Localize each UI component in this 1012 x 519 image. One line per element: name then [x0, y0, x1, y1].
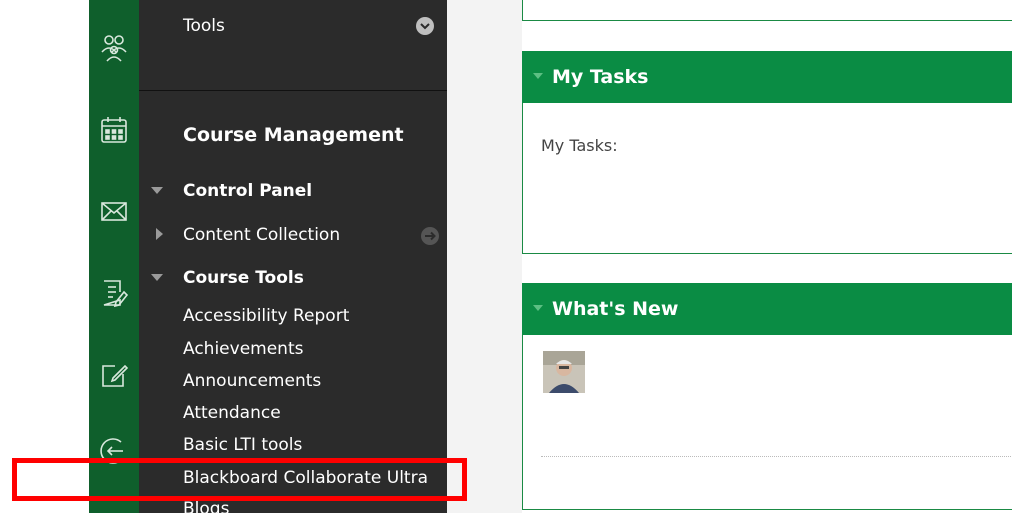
menu-item-achievements[interactable]: Achievements	[183, 339, 303, 359]
menu-item-basic-lti-tools[interactable]: Basic LTI tools	[183, 435, 302, 455]
collapse-triangle-icon[interactable]	[151, 274, 163, 281]
module-header[interactable]: My Tasks	[522, 51, 1012, 103]
module-partial	[522, 0, 1012, 21]
collapse-triangle-icon[interactable]	[151, 187, 163, 194]
collapse-triangle-icon[interactable]	[533, 73, 543, 79]
avatar[interactable]	[543, 351, 585, 393]
menu-item-course-tools[interactable]: Course Tools	[183, 268, 304, 288]
menu-item-accessibility-report[interactable]: Accessibility Report	[183, 306, 349, 326]
menu-divider	[139, 90, 447, 91]
grades-icon[interactable]	[99, 278, 129, 308]
module-title: My Tasks	[552, 66, 649, 88]
edit-icon[interactable]	[99, 360, 129, 390]
module-my-tasks: My Tasks My Tasks:	[522, 51, 1012, 254]
section-title-course-management: Course Management	[183, 124, 404, 146]
menu-item-control-panel[interactable]: Control Panel	[183, 181, 312, 201]
nav-rail	[89, 0, 139, 513]
menu-item-tools[interactable]: Tools	[183, 16, 225, 36]
collapse-triangle-icon[interactable]	[533, 305, 543, 311]
menu-item-blogs[interactable]: Blogs	[183, 499, 229, 519]
content-gutter	[447, 0, 522, 513]
course-menu: Tools Course Management Control Panel Co…	[139, 0, 447, 519]
expand-triangle-icon[interactable]	[156, 228, 163, 240]
module-divider	[541, 456, 1011, 457]
module-title: What's New	[552, 298, 679, 320]
chevron-down-icon[interactable]	[416, 17, 434, 35]
menu-item-attendance[interactable]: Attendance	[183, 403, 281, 423]
module-whats-new: What's New	[522, 283, 1012, 510]
module-header[interactable]: What's New	[522, 283, 1012, 335]
menu-item-content-collection[interactable]: Content Collection	[183, 225, 340, 245]
arrow-right-icon[interactable]	[421, 227, 439, 245]
highlight-annotation	[12, 458, 467, 501]
messages-icon[interactable]	[99, 196, 129, 226]
menu-item-announcements[interactable]: Announcements	[183, 371, 321, 391]
module-body-text: My Tasks:	[541, 136, 618, 155]
groups-icon[interactable]	[99, 32, 129, 62]
calendar-icon[interactable]	[99, 115, 129, 145]
